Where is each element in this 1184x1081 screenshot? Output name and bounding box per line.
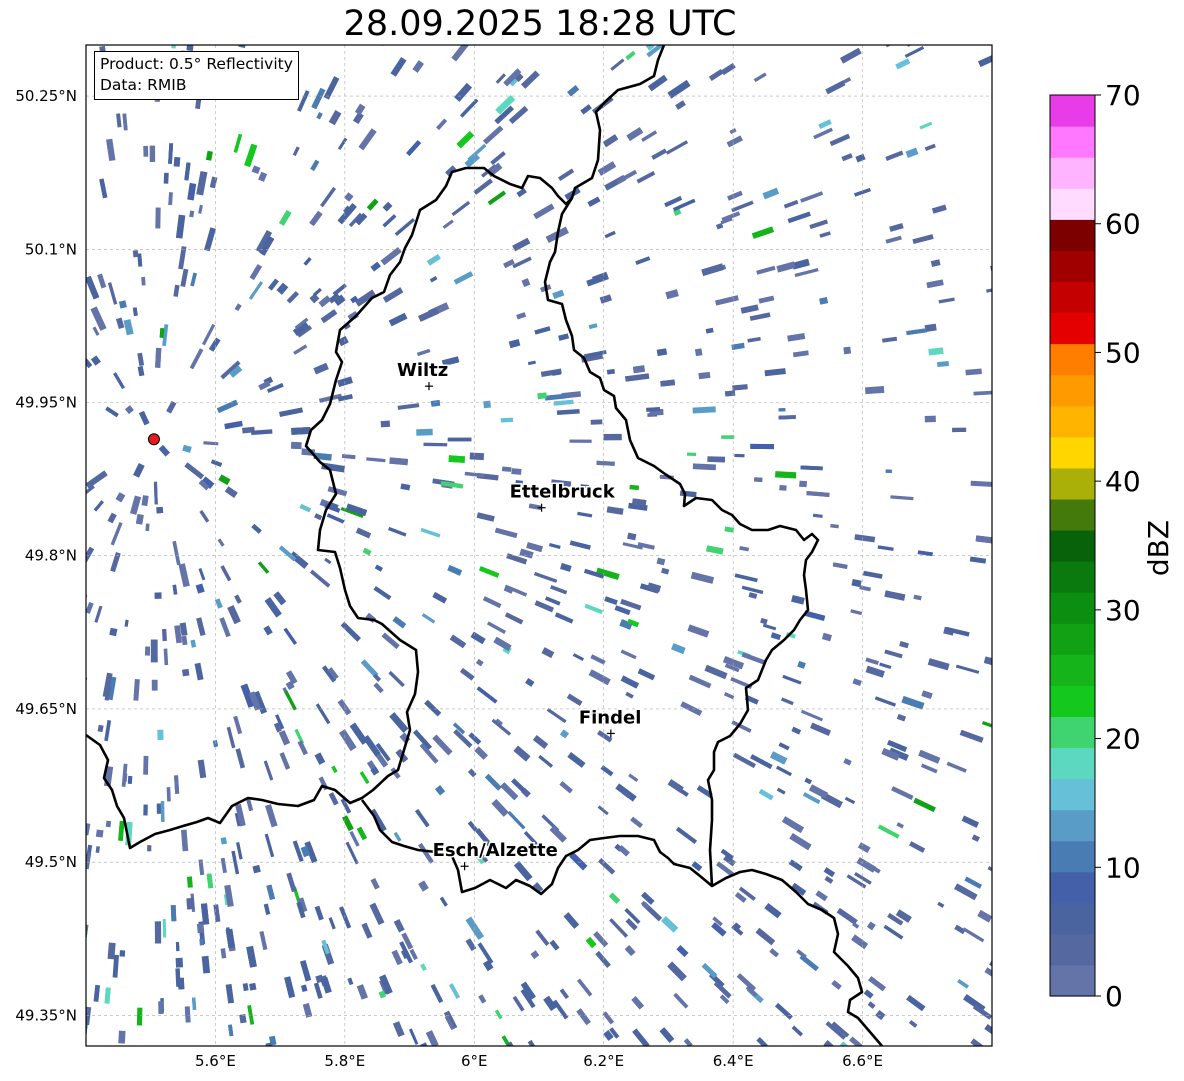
colorbar-swatch — [1050, 219, 1095, 251]
colorbar-tick-label: 50 — [1105, 336, 1141, 369]
colorbar-swatch — [1050, 747, 1095, 780]
colorbar-tick-label: 70 — [1105, 79, 1141, 112]
colorbar-swatch — [1050, 964, 1095, 997]
colorbar-swatch — [1050, 281, 1095, 314]
colorbar-tick-label: 60 — [1105, 208, 1141, 241]
colorbar-tick-label: 10 — [1105, 851, 1141, 884]
colorbar-swatch — [1050, 623, 1095, 655]
colorbar-tick-label: 30 — [1105, 594, 1141, 627]
colorbar-ticks: 0 10 20 30 40 50 60 70 — [1095, 79, 1141, 1013]
colorbar-tick-label: 20 — [1105, 723, 1141, 756]
colorbar-swatch — [1050, 95, 1095, 127]
colorbar: 0 10 20 30 40 50 60 70 dBZ — [1049, 79, 1175, 1013]
colorbar-swatch — [1050, 561, 1095, 593]
colorbar-swatch — [1050, 685, 1095, 717]
colorbar-swatch — [1050, 716, 1095, 749]
colorbar-swatch — [1050, 529, 1095, 562]
colorbar-swatch — [1050, 188, 1095, 220]
colorbar-tick-label: 40 — [1105, 465, 1141, 498]
colorbar-swatch — [1050, 436, 1095, 469]
colorbar-swatch — [1050, 654, 1095, 686]
colorbar-tick-label: 0 — [1105, 980, 1123, 1013]
colorbar-swatches — [1050, 95, 1095, 997]
colorbar-swatch — [1050, 250, 1095, 283]
colorbar-label: dBZ — [1142, 520, 1175, 576]
colorbar-swatch — [1050, 840, 1095, 873]
colorbar-swatch — [1050, 902, 1095, 935]
colorbar-swatch — [1050, 374, 1095, 407]
colorbar-swatch — [1050, 126, 1095, 158]
colorbar-swatch — [1050, 343, 1095, 376]
colorbar-swatch — [1050, 871, 1095, 904]
colorbar-swatch — [1050, 312, 1095, 345]
colorbar-swatch — [1050, 498, 1095, 531]
colorbar-swatch — [1050, 592, 1095, 624]
colorbar-swatch — [1050, 405, 1095, 438]
colorbar-swatch — [1050, 933, 1095, 966]
colorbar-swatch — [1050, 778, 1095, 811]
colorbar-swatch — [1050, 157, 1095, 189]
colorbar-swatch — [1050, 809, 1095, 842]
colorbar-swatch — [1050, 467, 1095, 500]
